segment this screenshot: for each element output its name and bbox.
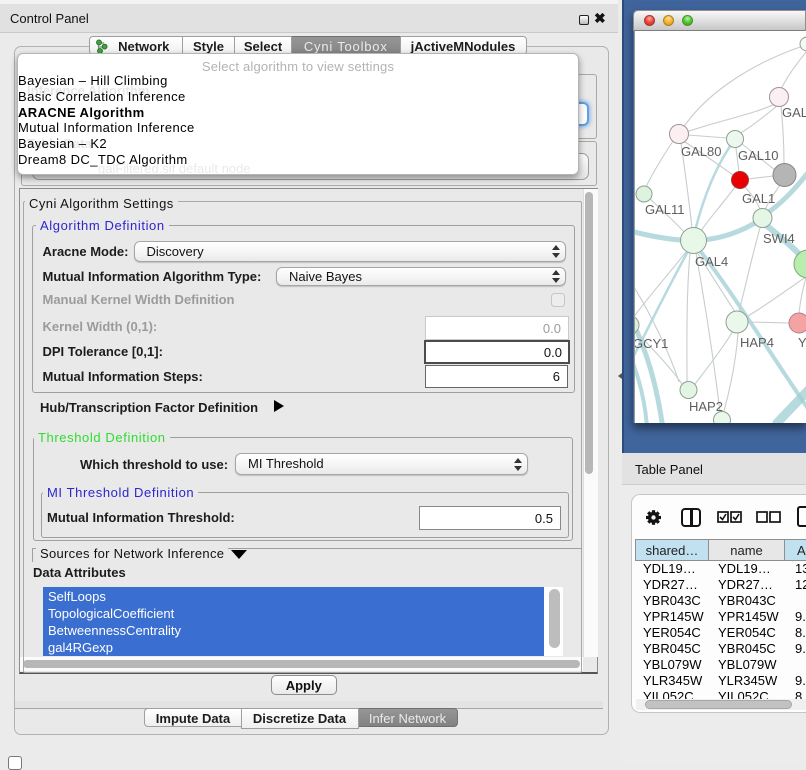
svg-text:GAL1: GAL1 [742, 191, 775, 206]
svg-text:GAL10: GAL10 [738, 148, 778, 163]
svg-text:GCY1: GCY1 [635, 336, 668, 351]
svg-text:GAL11: GAL11 [645, 202, 685, 217]
svg-text:GAL80: GAL80 [681, 144, 721, 159]
svg-text:YEL047C: YEL047C [798, 335, 806, 350]
svg-text:GAL4: GAL4 [695, 254, 728, 269]
svg-text:GAL2: GAL2 [782, 105, 806, 120]
svg-text:HAP4: HAP4 [740, 335, 774, 350]
svg-text:SWI4: SWI4 [763, 231, 795, 246]
svg-text:HAP2: HAP2 [689, 399, 723, 414]
